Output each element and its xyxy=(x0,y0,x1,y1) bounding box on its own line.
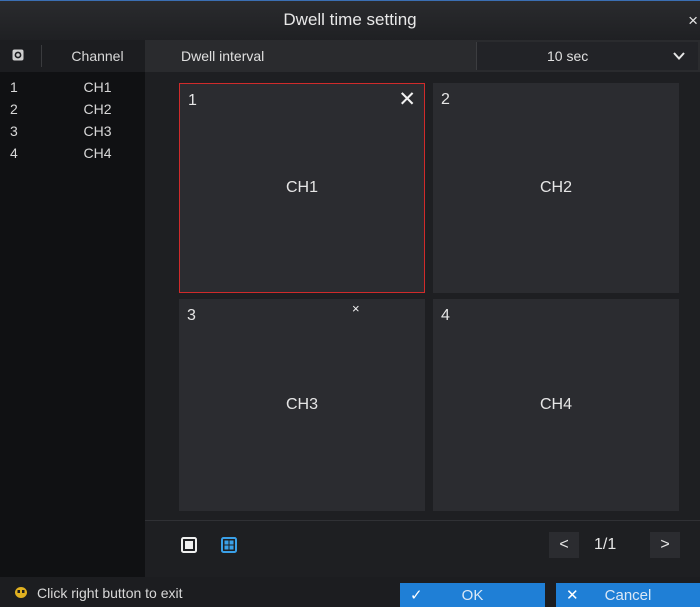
quad-layout-icon[interactable] xyxy=(221,537,237,553)
dwell-interval-bar: Dwell interval 10 sec xyxy=(145,40,700,72)
channel-column-header: Channel xyxy=(71,48,124,64)
channel-row-2[interactable]: 2 CH2 xyxy=(0,100,145,120)
dwell-interval-select[interactable]: 10 sec xyxy=(476,42,698,70)
pane-channel-label: CH1 xyxy=(285,179,318,196)
exit-hint: Click right button to exit xyxy=(37,585,183,601)
channel-name: CH2 xyxy=(83,101,112,117)
ok-label: OK xyxy=(461,587,484,604)
channel-number: 1 xyxy=(10,79,18,95)
channel-name: CH4 xyxy=(83,145,112,161)
page-next-button[interactable]: > xyxy=(650,532,680,558)
cancel-button[interactable]: ✕ Cancel xyxy=(556,583,700,607)
pane-3[interactable]: 3 × CH3 xyxy=(179,299,425,511)
single-layout-icon[interactable] xyxy=(181,537,197,553)
close-icon[interactable]: × xyxy=(352,301,360,316)
pane-channel-label: CH3 xyxy=(285,396,318,413)
channel-row-3[interactable]: 3 CH3 xyxy=(0,122,145,142)
ok-button[interactable]: ✓ OK xyxy=(400,583,545,607)
close-icon[interactable]: ✕ xyxy=(398,87,416,112)
pane-2[interactable]: 2 CH2 xyxy=(433,83,679,293)
dwell-interval-label: Dwell interval xyxy=(181,48,265,64)
channel-list-panel: Channel 1 CH1 2 CH2 3 CH3 4 CH4 xyxy=(0,40,145,577)
channel-name: CH1 xyxy=(83,79,112,95)
preview-area: Dwell interval 10 sec 1 ✕ CH1 2 CH2 3 × … xyxy=(145,40,700,577)
camera-icon xyxy=(12,49,24,61)
close-icon[interactable]: × xyxy=(688,11,698,31)
dialog-titlebar: Dwell time setting × xyxy=(0,0,700,40)
chevron-down-icon xyxy=(673,52,685,60)
pane-grid: 1 ✕ CH1 2 CH2 3 × CH3 4 CH4 xyxy=(177,81,684,512)
pane-channel-label: CH4 xyxy=(539,396,572,413)
channel-name: CH3 xyxy=(83,123,112,139)
channel-row-1[interactable]: 1 CH1 xyxy=(0,78,145,98)
pane-number: 2 xyxy=(441,91,450,108)
mouse-icon xyxy=(15,587,27,598)
pane-number: 3 xyxy=(187,307,196,324)
header-divider xyxy=(41,45,42,67)
channel-number: 2 xyxy=(10,101,18,117)
dwell-interval-value: 10 sec xyxy=(547,48,589,64)
pane-number: 1 xyxy=(188,92,197,109)
channel-number: 4 xyxy=(10,145,18,161)
pane-4[interactable]: 4 CH4 xyxy=(433,299,679,511)
cancel-label: Cancel xyxy=(604,587,652,604)
channel-number: 3 xyxy=(10,123,18,139)
page-indicator: 1/1 xyxy=(594,536,617,553)
page-prev-button[interactable]: < xyxy=(549,532,579,558)
pane-1[interactable]: 1 ✕ CH1 xyxy=(179,83,425,293)
layout-toolbar: < 1/1 > xyxy=(145,520,700,577)
dialog-title: Dwell time setting xyxy=(283,10,417,29)
pane-channel-label: CH2 xyxy=(539,179,572,196)
pane-number: 4 xyxy=(441,307,450,324)
dialog-footer: Click right button to exit ✓ OK ✕ Cancel xyxy=(0,577,700,607)
channel-list-header: Channel xyxy=(0,40,145,72)
channel-row-4[interactable]: 4 CH4 xyxy=(0,144,145,164)
